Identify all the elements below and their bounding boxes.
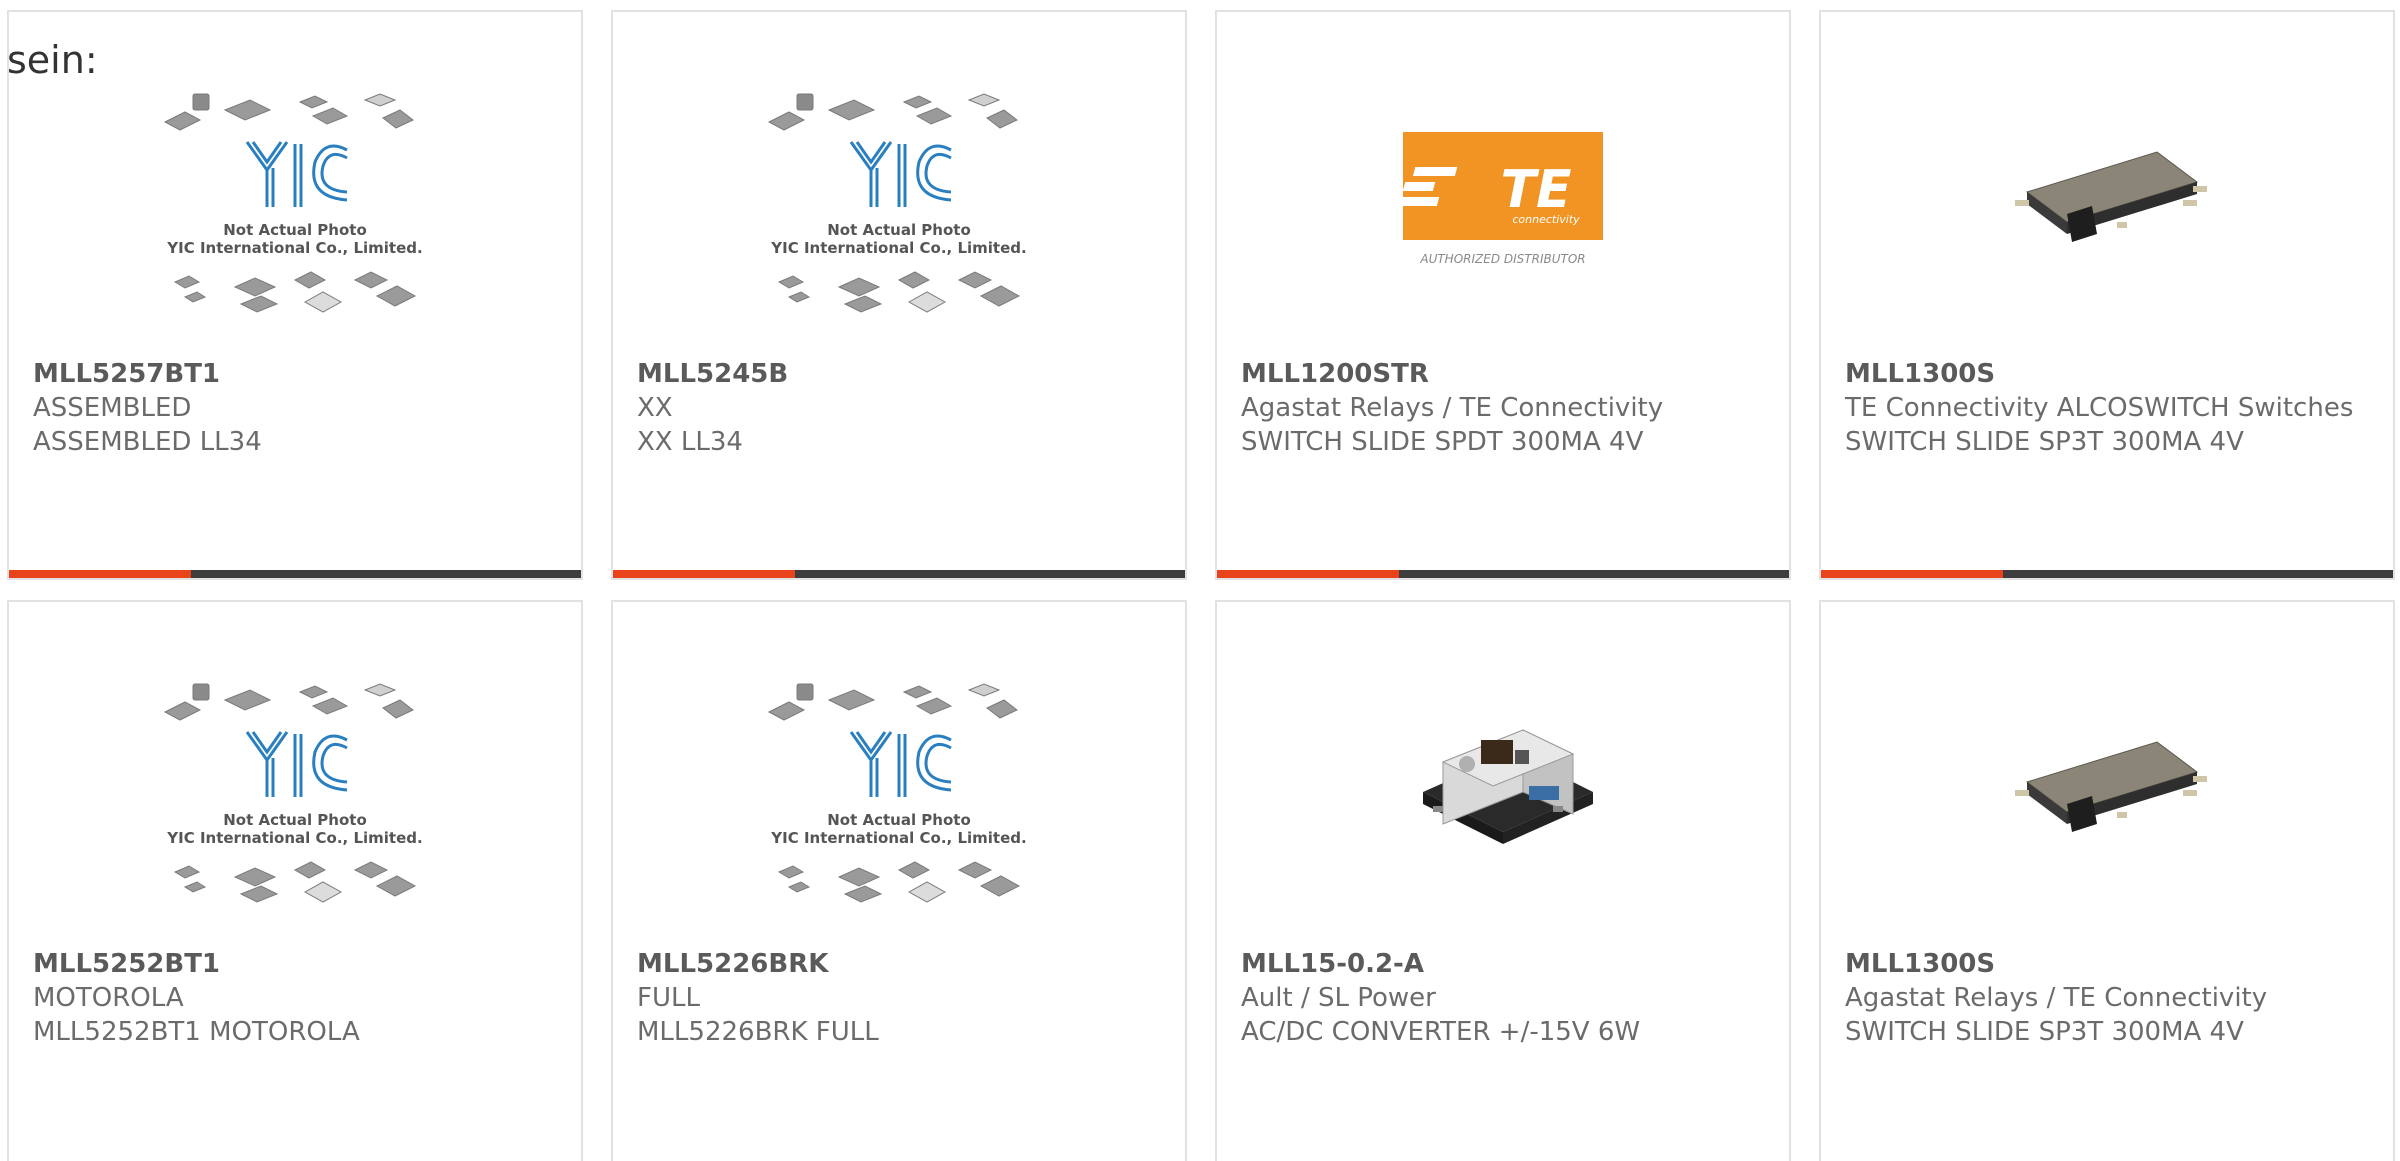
part-number[interactable]: MLL5257BT1: [33, 357, 557, 391]
part-number[interactable]: MLL1200STR: [1241, 357, 1765, 391]
description: SWITCH SLIDE SPDT 300MA 4V: [1241, 427, 1644, 457]
product-info: MLL1300S TE Connectivity ALCOSWITCH Swit…: [1845, 357, 2369, 459]
placeholder-caption: Not Actual Photo: [827, 811, 971, 829]
card-accent-bar: [613, 570, 795, 578]
product-info: MLL5226BRK FULL MLL5226BRK FULL: [637, 947, 1161, 1049]
description: AC/DC CONVERTER +/-15V 6W: [1241, 1017, 1641, 1047]
slide-switch-image[interactable]: [1821, 642, 2393, 942]
product-image-placeholder[interactable]: Not Actual Photo YIC International Co., …: [613, 52, 1185, 352]
manufacturer: Ault / SL Power: [1241, 983, 1436, 1013]
description: XX LL34: [637, 427, 743, 457]
description: MLL5252BT1 MOTOROLA: [33, 1017, 360, 1047]
product-info: MLL5252BT1 MOTOROLA MLL5252BT1 MOTOROLA: [33, 947, 557, 1049]
card-accent-bar: [1821, 570, 2003, 578]
product-image-placeholder[interactable]: Not Actual Photo YIC International Co., …: [613, 642, 1185, 942]
card-accent-bar: [9, 570, 191, 578]
te-logo-text: TE: [1501, 160, 1572, 220]
product-info: MLL15-0.2-A Ault / SL Power AC/DC CONVER…: [1241, 947, 1765, 1049]
card-footer-bar: [9, 570, 581, 578]
product-info: MLL1300S Agastat Relays / TE Connectivit…: [1845, 947, 2369, 1049]
product-card[interactable]: MLL15-0.2-A Ault / SL Power AC/DC CONVER…: [1215, 600, 1791, 1161]
description: ASSEMBLED LL34: [33, 427, 262, 457]
product-grid-page: sein: Not Actual Photo YIC International…: [0, 0, 2400, 1161]
manufacturer: XX: [637, 393, 673, 423]
placeholder-caption: Not Actual Photo: [223, 221, 367, 239]
manufacturer: MOTOROLA: [33, 983, 184, 1013]
placeholder-company: YIC International Co., Limited.: [770, 239, 1026, 257]
description: MLL5226BRK FULL: [637, 1017, 879, 1047]
description: SWITCH SLIDE SP3T 300MA 4V: [1845, 1017, 2244, 1047]
te-logo-image[interactable]: TE connectivity AUTHORIZED DISTRIBUTOR: [1217, 52, 1789, 352]
te-logo-caption: AUTHORIZED DISTRIBUTOR: [1419, 252, 1585, 266]
part-number[interactable]: MLL15-0.2-A: [1241, 947, 1765, 981]
product-card[interactable]: Not Actual Photo YIC International Co., …: [611, 10, 1187, 580]
placeholder-caption: Not Actual Photo: [223, 811, 367, 829]
intro-text: sein:: [7, 38, 98, 82]
manufacturer: ASSEMBLED: [33, 393, 192, 423]
power-module-image[interactable]: [1217, 642, 1789, 942]
product-card[interactable]: MLL1300S TE Connectivity ALCOSWITCH Swit…: [1819, 10, 2395, 580]
product-info: MLL5257BT1 ASSEMBLED ASSEMBLED LL34: [33, 357, 557, 459]
product-image-placeholder[interactable]: Not Actual Photo YIC International Co., …: [9, 642, 581, 942]
manufacturer: Agastat Relays / TE Connectivity: [1241, 393, 1664, 423]
placeholder-caption: Not Actual Photo: [827, 221, 971, 239]
card-accent-bar: [1217, 570, 1399, 578]
part-number[interactable]: MLL5226BRK: [637, 947, 1161, 981]
manufacturer: FULL: [637, 983, 700, 1013]
part-number[interactable]: MLL1300S: [1845, 357, 2369, 391]
part-number[interactable]: MLL1300S: [1845, 947, 2369, 981]
product-card[interactable]: TE connectivity AUTHORIZED DISTRIBUTOR M…: [1215, 10, 1791, 580]
product-card[interactable]: Not Actual Photo YIC International Co., …: [611, 600, 1187, 1161]
manufacturer: Agastat Relays / TE Connectivity: [1845, 983, 2268, 1013]
slide-switch-image[interactable]: [1821, 52, 2393, 352]
description: SWITCH SLIDE SP3T 300MA 4V: [1845, 427, 2244, 457]
card-footer-bar: [1217, 570, 1789, 578]
te-logo-subtext: connectivity: [1512, 213, 1580, 226]
part-number[interactable]: MLL5252BT1: [33, 947, 557, 981]
product-card[interactable]: Not Actual Photo YIC International Co., …: [7, 600, 583, 1161]
card-footer-bar: [613, 570, 1185, 578]
product-info: MLL5245B XX XX LL34: [637, 357, 1161, 459]
placeholder-company: YIC International Co., Limited.: [166, 829, 422, 847]
product-card[interactable]: MLL1300S Agastat Relays / TE Connectivit…: [1819, 600, 2395, 1161]
product-image-placeholder[interactable]: Not Actual Photo YIC International Co., …: [9, 52, 581, 352]
card-footer-bar: [1821, 570, 2393, 578]
part-number[interactable]: MLL5245B: [637, 357, 1161, 391]
manufacturer: TE Connectivity ALCOSWITCH Switches: [1845, 393, 2354, 423]
placeholder-company: YIC International Co., Limited.: [770, 829, 1026, 847]
product-info: MLL1200STR Agastat Relays / TE Connectiv…: [1241, 357, 1765, 459]
product-card[interactable]: Not Actual Photo YIC International Co., …: [7, 10, 583, 580]
placeholder-company: YIC International Co., Limited.: [166, 239, 422, 257]
